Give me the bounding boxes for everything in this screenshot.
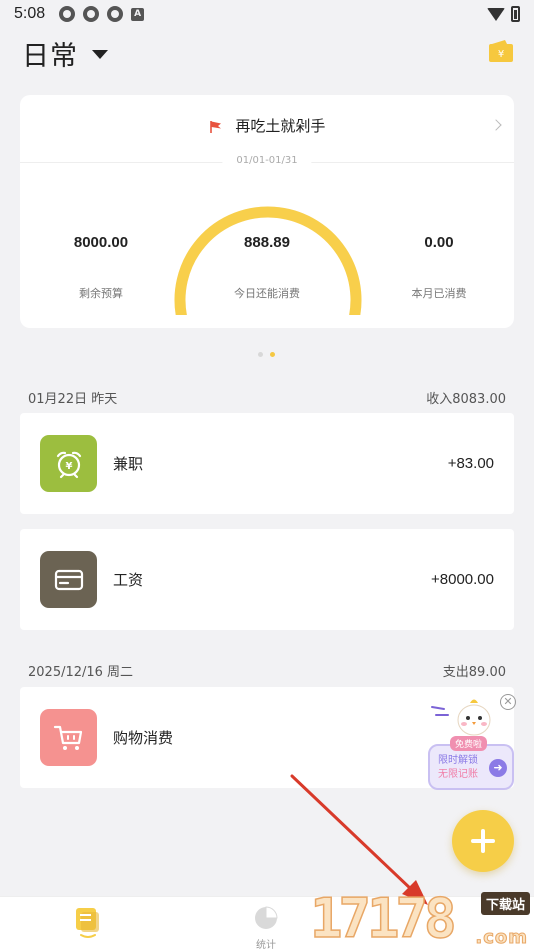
wifi-icon [487,7,505,21]
card-icon [40,551,97,608]
flag-icon [209,120,221,133]
gauge-track [174,206,362,315]
status-icons: A [59,6,145,22]
svg-text:¥: ¥ [498,49,504,60]
watermark-tag: 下载站 [480,892,530,915]
caret-down-icon [92,50,108,59]
page-dot [258,352,263,357]
tab-ledger[interactable] [58,905,118,944]
budget-card[interactable]: 再吃土就剁手 01/01-01/31 8000.00 剩余预算 888.89 今… [20,95,514,328]
wallet-icon[interactable]: ¥ [488,39,514,63]
remaining-budget-value: 8000.00 [73,234,129,251]
group-summary: 收入8083.00 [426,392,506,407]
notification-icon [83,6,100,22]
sparkle-lines-icon [431,706,449,716]
group-date: 2025/12/16 周二 [28,665,134,680]
tab-label: 统计 [256,940,276,950]
page-title: 日常 [22,41,78,72]
entry-amount: +8000.00 [431,571,494,588]
chick-mascot-icon [457,699,491,736]
tab-stats[interactable]: 统计 [236,905,296,950]
page-dot-active [270,352,275,357]
promo-line-1: 限时解锁 [438,755,478,766]
watermark-number: 17178 [309,887,457,950]
group-header: 2025/12/16 周二 支出89.00 [28,661,506,680]
group-date: 01月22日 昨天 [28,392,118,407]
alarm-clock-yen-icon: ¥ [40,435,97,492]
entry-category: 兼职 [113,455,144,473]
a-notification-icon: A [131,7,145,21]
arrow-right-icon: ➜ [489,759,507,777]
budget-title: 再吃土就剁手 [20,115,514,136]
ledger-icon [76,908,99,938]
page-indicator [258,352,275,357]
budget-name: 再吃土就剁手 [235,117,326,135]
status-time: 5:08 [14,5,46,22]
budget-gauge [174,206,362,315]
list-item[interactable]: ¥ 兼职 +83.00 [20,413,514,514]
remaining-budget: 8000.00 剩余预算 [31,234,171,301]
gauge-fill [174,206,362,315]
watermark-logo: 17178 下载站 .com [309,887,534,950]
month-spent-value: 0.00 [424,234,454,251]
list-item[interactable]: 工资 +8000.00 [20,529,514,630]
book-selector[interactable]: 日常 [22,34,108,73]
promo-line-2: 无限记账 [438,769,478,780]
add-record-button[interactable] [452,810,514,872]
month-spent-label: 本月已消费 [411,287,467,300]
close-icon[interactable]: ✕ [500,694,516,710]
entry-category: 购物消费 [113,729,174,747]
notification-icon [59,6,76,22]
battery-icon [511,6,520,22]
watermark-suffix: .com [475,927,528,949]
month-spent: 0.00 本月已消费 [369,234,509,301]
entry-category: 工资 [113,571,144,589]
entry-amount: +83.00 [447,455,494,472]
remaining-budget-label: 剩余预算 [79,287,123,300]
group-header: 01月22日 昨天 收入8083.00 [28,388,506,407]
pie-chart-icon [255,906,278,929]
status-bar: 5:08 A [0,0,534,28]
promo-widget[interactable]: ✕ 免费啦 限时解锁 无限记账 ➜ [426,690,516,794]
notification-icon [107,6,124,22]
svg-text:¥: ¥ [65,461,72,472]
promo-badge: 免费啦 [450,736,488,751]
group-summary: 支出89.00 [442,665,506,680]
budget-period: 01/01-01/31 [222,155,312,166]
shopping-cart-icon [40,709,97,766]
